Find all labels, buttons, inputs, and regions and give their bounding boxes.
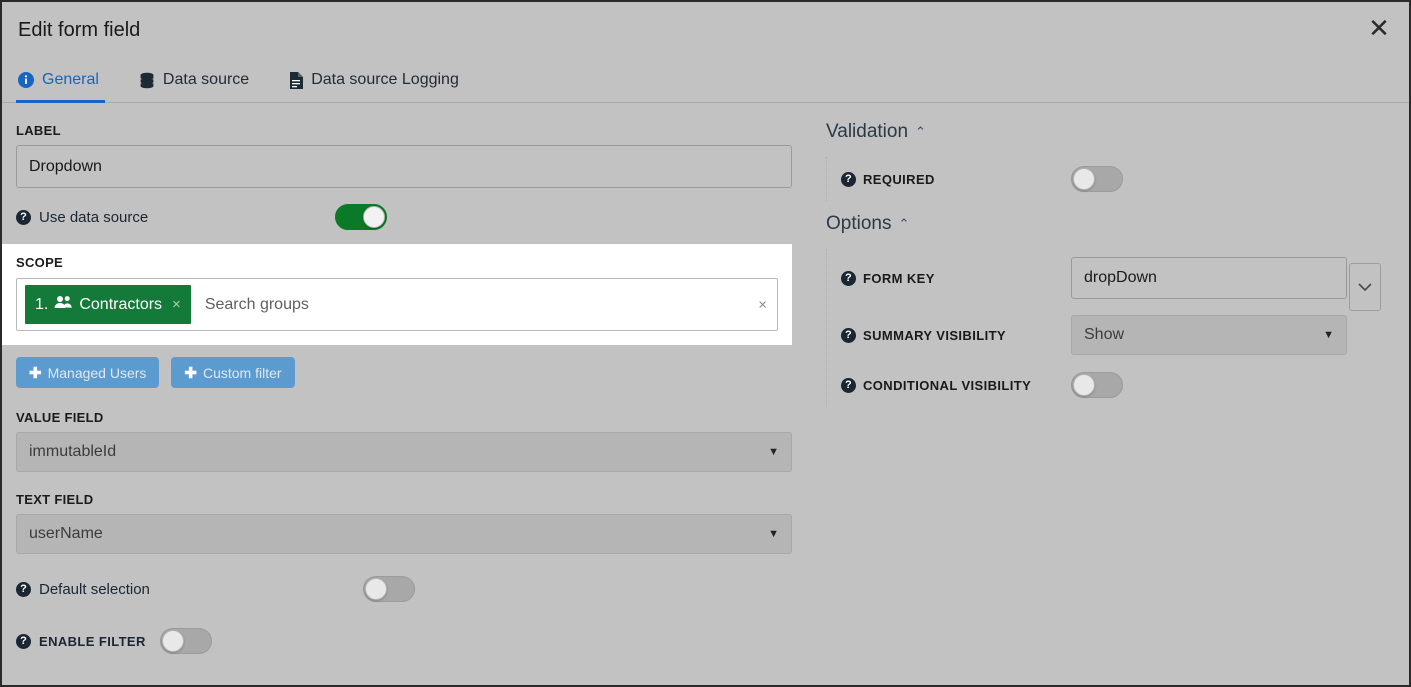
custom-filter-label: Custom filter [202,364,282,381]
dialog-header: Edit form field ✕ [2,2,1409,59]
users-group-icon [54,295,73,314]
required-label-group: ? REQUIRED [841,171,1071,187]
enable-filter-toggle[interactable] [159,628,212,654]
default-selection-row: ? Default selection [16,576,792,602]
summary-visibility-row: ? SUMMARY VISIBILITY Show ▼ [841,307,1397,363]
chip-label: Contractors [79,295,163,313]
help-icon[interactable]: ? [16,633,31,649]
value-field-value: immutableId [29,443,117,460]
caret-down-icon: ▼ [1323,329,1334,341]
default-selection-label: Default selection [39,580,150,598]
options-section-body: ? FORM KEY ? SUMMARY VISIBILITY Show [826,249,1397,407]
conditional-visibility-control [1071,372,1397,398]
dialog-body: LABEL ? Use data source SCOPE 1. [2,103,1409,685]
help-icon[interactable]: ? [841,377,856,393]
toggle-knob [364,578,387,600]
info-circle-icon [18,72,34,88]
summary-visibility-label-group: ? SUMMARY VISIBILITY [841,327,1071,343]
form-key-row: ? FORM KEY [841,249,1397,307]
label-input[interactable] [16,145,792,188]
conditional-visibility-toggle[interactable] [1071,372,1123,398]
database-icon [139,72,155,89]
custom-filter-button[interactable]: ✚ Custom filter [171,357,295,388]
validation-title: Validation [826,121,909,142]
form-key-input[interactable] [1071,257,1347,299]
value-field-select[interactable]: immutableId ▼ [16,432,792,472]
help-icon[interactable]: ? [841,171,856,187]
summary-visibility-select[interactable]: Show ▼ [1071,315,1347,355]
conditional-visibility-label: CONDITIONAL VISIBILITY [863,377,1032,393]
help-icon[interactable]: ? [16,209,31,225]
plus-icon: ✚ [184,364,197,382]
conditional-visibility-row: ? CONDITIONAL VISIBILITY [841,363,1397,407]
required-label: REQUIRED [863,171,935,187]
options-title: Options [826,213,892,234]
value-field-heading: VALUE FIELD [16,410,104,425]
toggle-knob [363,206,385,228]
page-title: Edit form field [18,19,141,41]
form-key-label-group: ? FORM KEY [841,270,1071,286]
tab-data-source[interactable]: Data source [137,58,265,102]
scope-heading: SCOPE [16,255,64,270]
text-field-value: userName [29,525,103,542]
text-field-heading: TEXT FIELD [16,492,94,507]
default-selection-toggle[interactable] [362,576,415,602]
use-data-source-label: Use data source [39,208,149,226]
help-icon[interactable]: ? [16,581,31,597]
label-heading: LABEL [16,123,61,138]
use-data-source-toggle[interactable] [335,204,387,230]
validation-expand-button[interactable] [1349,263,1381,311]
chip-index: 1. [35,295,49,313]
tab-general-label: General [42,71,99,88]
left-column: LABEL ? Use data source SCOPE 1. [2,103,812,685]
caret-down-icon: ▼ [768,528,779,540]
chevron-up-icon: ⌃ [898,216,910,231]
scope-action-buttons: ✚ Managed Users ✚ Custom filter [16,357,792,388]
scope-chip-contractors[interactable]: 1. Contractors × [25,285,191,324]
summary-visibility-label: SUMMARY VISIBILITY [863,327,1006,343]
conditional-visibility-label-group: ? CONDITIONAL VISIBILITY [841,377,1071,393]
enable-filter-label: ENABLE FILTER [39,633,146,649]
tab-data-source-logging[interactable]: Data source Logging [287,58,475,102]
scope-panel: SCOPE 1. Contractors × Search groups × [2,244,792,345]
options-section-header[interactable]: Options ⌃ [826,213,1397,235]
plus-icon: ✚ [29,364,42,382]
tab-data-source-label: Data source [162,71,250,88]
chevron-down-icon [1358,282,1372,291]
caret-down-icon: ▼ [768,446,779,458]
summary-visibility-value: Show [1084,326,1125,343]
tab-general[interactable]: General [16,58,115,103]
text-field-select[interactable]: userName ▼ [16,514,792,554]
required-toggle[interactable] [1071,166,1123,192]
tab-data-source-logging-label: Data source Logging [311,71,459,88]
managed-users-label: Managed Users [47,364,147,381]
toggle-knob [1073,168,1095,190]
use-data-source-row: ? Use data source [16,204,792,230]
scope-search-placeholder[interactable]: Search groups [205,296,309,314]
enable-filter-row: ? ENABLE FILTER [16,628,792,654]
chip-remove-icon[interactable]: × [172,296,181,313]
tab-bar: General Data source Data source Logging [2,59,1409,103]
toggle-knob [1073,374,1095,396]
validation-section-header[interactable]: Validation ⌃ [826,121,1397,143]
required-control [1071,166,1397,192]
help-icon[interactable]: ? [841,270,856,286]
close-icon[interactable]: ✕ [1359,8,1399,48]
edit-form-field-dialog: Edit form field ✕ General Data source Da… [0,0,1411,687]
validation-section-body: ? REQUIRED [826,157,1397,201]
toggle-knob [161,630,184,652]
required-row: ? REQUIRED [841,157,1397,201]
scope-clear-icon[interactable]: × [758,296,767,313]
chevron-up-icon: ⌃ [915,124,926,139]
file-document-icon [289,71,304,89]
summary-visibility-control: Show ▼ [1071,315,1397,355]
right-column: Validation ⌃ ? REQUIRED Options ⌃ ? FORM… [812,103,1409,685]
scope-input[interactable]: 1. Contractors × Search groups × [16,278,778,331]
managed-users-button[interactable]: ✚ Managed Users [16,357,160,388]
form-key-label: FORM KEY [863,270,935,286]
help-icon[interactable]: ? [841,327,856,343]
